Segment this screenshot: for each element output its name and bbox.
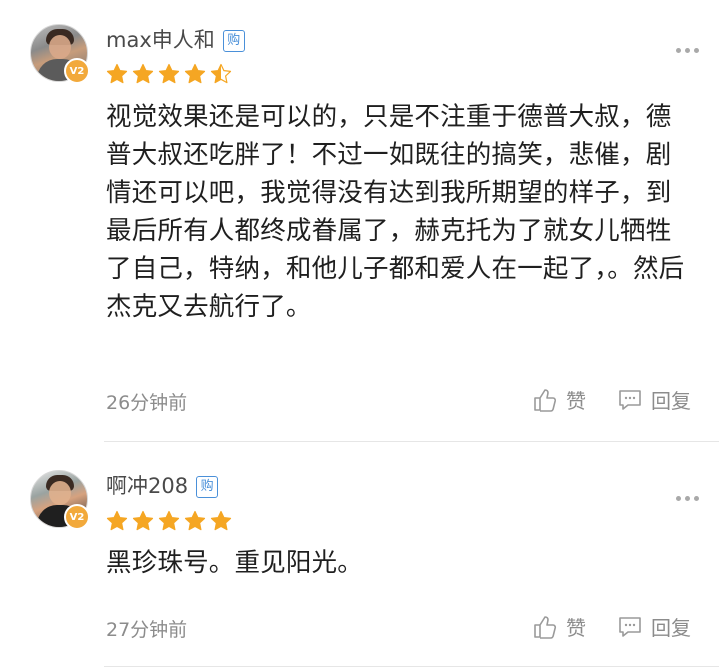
like-label: 赞 bbox=[566, 616, 586, 640]
reply-button[interactable]: 回复 bbox=[617, 612, 691, 641]
thumbs-up-icon bbox=[534, 388, 557, 412]
comment-time: 26分钟前 bbox=[106, 392, 188, 414]
star-icon bbox=[106, 63, 128, 84]
more-options-button[interactable] bbox=[676, 48, 699, 53]
star-icon bbox=[132, 63, 154, 84]
more-dots-icon bbox=[676, 48, 681, 53]
avatar[interactable]: V2 bbox=[30, 24, 90, 84]
user-name[interactable]: 啊冲208 购 bbox=[106, 470, 219, 500]
level-badge: V2 bbox=[64, 58, 90, 84]
star-icon bbox=[184, 63, 206, 84]
star-icon bbox=[184, 510, 206, 531]
reply-label: 回复 bbox=[651, 616, 691, 640]
divider bbox=[104, 666, 719, 667]
user-name[interactable]: max申人和购 bbox=[106, 24, 245, 54]
purchased-badge: 购 bbox=[222, 30, 245, 52]
comment-bubble-icon bbox=[619, 389, 641, 410]
more-options-button[interactable] bbox=[676, 496, 699, 501]
purchased-badge: 购 bbox=[196, 476, 219, 498]
comment-bubble-icon bbox=[619, 616, 641, 637]
more-dots-icon bbox=[676, 496, 681, 501]
rating-stars bbox=[106, 63, 232, 85]
comment-text: 视觉效果还是可以的，只是不注重于德普大叔，德普大叔还吃胖了！不过一如既往的搞笑，… bbox=[106, 102, 685, 322]
user-name-text: max申人和 bbox=[106, 28, 215, 52]
star-icon bbox=[132, 510, 154, 531]
star-icon bbox=[158, 510, 180, 531]
avatar[interactable]: V2 bbox=[30, 470, 90, 530]
star-icon bbox=[158, 63, 180, 84]
thumbs-up-icon bbox=[534, 615, 557, 639]
reply-button[interactable]: 回复 bbox=[617, 385, 691, 414]
comment-time: 27分钟前 bbox=[106, 619, 188, 641]
like-button[interactable]: 赞 bbox=[532, 612, 586, 641]
star-icon bbox=[106, 510, 128, 531]
reply-label: 回复 bbox=[651, 389, 691, 413]
comment-text: 黑珍珠号。重见阳光。 bbox=[106, 548, 364, 578]
comment-item: V2 啊冲208 购 黑珍珠号。重见阳光。 27分钟前 赞 回复 bbox=[0, 442, 719, 669]
like-label: 赞 bbox=[566, 389, 586, 413]
level-badge: V2 bbox=[64, 504, 90, 530]
comment-item: V2 max申人和购 视觉效果还是可以的，只是不注重于德普大叔，德普大叔还吃胖了… bbox=[0, 0, 719, 442]
rating-stars bbox=[106, 510, 232, 532]
user-name-text: 啊冲208 bbox=[106, 474, 189, 498]
like-button[interactable]: 赞 bbox=[532, 385, 586, 414]
star-icon bbox=[210, 63, 232, 84]
star-icon bbox=[210, 510, 232, 531]
